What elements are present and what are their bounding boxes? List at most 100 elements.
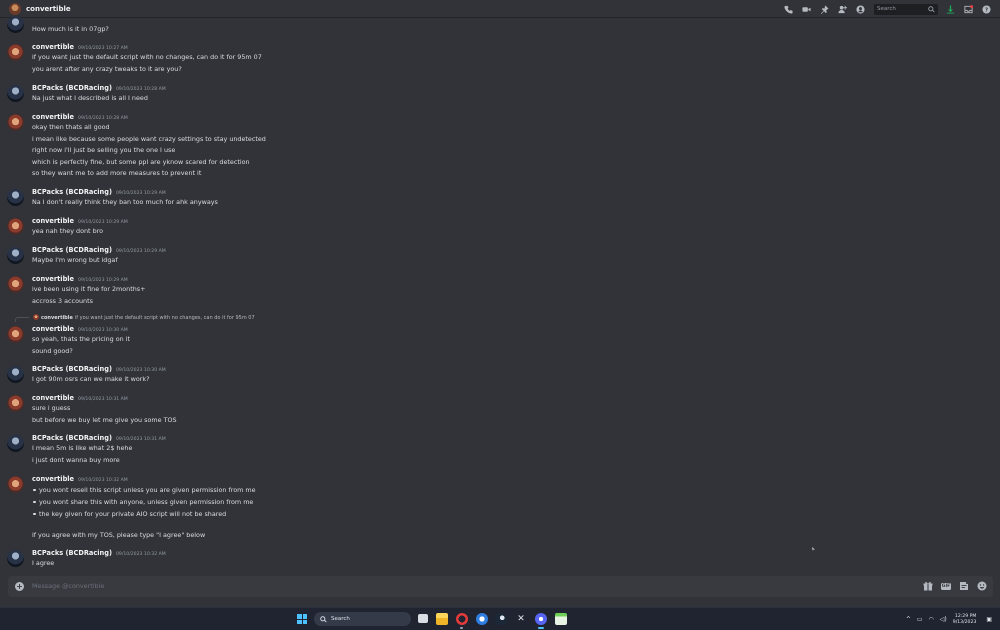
avatar[interactable] (7, 114, 24, 131)
avatar[interactable] (7, 550, 24, 567)
x-app-icon[interactable]: ✕ (515, 613, 527, 625)
composer-toolbar: GIF (915, 581, 987, 591)
reply-connector (15, 317, 29, 322)
wifi-icon[interactable]: ◠ (929, 616, 934, 623)
taskbar-clock[interactable]: 12:29 PM 9/13/2023 (953, 614, 977, 626)
author-name[interactable]: BCPacks (BCDRacing) (32, 365, 112, 373)
message-author[interactable]: convertible 09/10/2023 10:29 AM (32, 217, 128, 225)
message-author[interactable]: convertible 09/10/2023 10:32 AM (32, 475, 128, 483)
message-author[interactable]: BCPacks (BCDRacing) 09/10/2023 10:31 AM (32, 434, 166, 442)
message-line: but before we buy let me give you some T… (32, 416, 177, 424)
opera-gx-icon[interactable] (456, 613, 468, 625)
avatar[interactable] (7, 44, 24, 61)
author-name[interactable]: convertible (32, 43, 74, 51)
message-line: so they want me to add more measures to … (32, 169, 202, 177)
message-author[interactable]: BCPacks (BCDRacing) 09/10/2023 10:29 AM (32, 188, 166, 196)
network-icon[interactable]: ▭ (917, 616, 923, 623)
message-timestamp: 09/10/2023 10:30 AM (78, 328, 128, 333)
avatar[interactable] (7, 247, 24, 264)
author-name[interactable]: BCPacks (BCDRacing) (32, 246, 112, 254)
message-timestamp: 09/10/2023 10:31 AM (78, 397, 128, 402)
message-author[interactable]: convertible 09/10/2023 10:27 AM (32, 43, 128, 51)
message-line: Maybe I'm wrong but idgaf (32, 256, 118, 264)
message-author[interactable]: convertible 09/10/2023 10:30 AM (32, 325, 128, 333)
author-name[interactable]: BCPacks (BCDRacing) (32, 84, 112, 92)
message-timestamp: 09/10/2023 10:32 AM (78, 478, 128, 483)
browser-icon[interactable] (476, 613, 488, 625)
channel-title[interactable]: convertible (26, 5, 71, 13)
message-line: sound good? (32, 347, 73, 355)
message-line: I mean 5m is like what 2$ hehe (32, 444, 133, 452)
message-line: ive been using it fine for 2months+ (32, 285, 146, 293)
message-timestamp: 09/10/2023 10:28 AM (78, 116, 128, 121)
windows-taskbar: Search ✕ ^ ▭ ◠ ◁) 12:29 PM 9/13/2023 ▣ (0, 607, 1000, 630)
sticker-icon[interactable] (959, 581, 969, 591)
author-name[interactable]: convertible (32, 394, 74, 402)
message-author[interactable]: BCPacks (BCDRacing) 09/10/2023 10:32 AM (32, 549, 166, 557)
author-name[interactable]: BCPacks (BCDRacing) (32, 549, 112, 557)
list-item: the key given for your private AIO scrip… (32, 510, 227, 518)
message-line: so yeah, thats the pricing on it (32, 335, 131, 343)
search-icon (928, 5, 935, 12)
author-name[interactable]: BCPacks (BCDRacing) (32, 188, 112, 196)
notification-bell-icon[interactable]: ▣ (986, 616, 992, 623)
message-author[interactable]: BCPacks (BCDRacing) 09/10/2023 10:30 AM (32, 365, 166, 373)
list-item: you wont resell this script unless you a… (33, 486, 256, 494)
add-icon[interactable]: + (15, 582, 24, 591)
discord-icon[interactable] (535, 613, 547, 625)
avatar[interactable] (7, 85, 24, 102)
task-view-icon[interactable] (418, 614, 428, 623)
avatar[interactable] (7, 366, 24, 383)
message-line: right now i'll just be selling you the o… (32, 146, 176, 154)
reply-text: if you want just the default script with… (74, 315, 255, 321)
message-composer[interactable]: + Message @convertible GIF (8, 576, 993, 597)
search-icon (320, 615, 327, 622)
author-name[interactable]: convertible (32, 275, 74, 283)
reply-preview[interactable]: convertible if you want just the default … (33, 314, 255, 321)
avatar[interactable] (7, 435, 24, 452)
message-line: okay then thats all good (32, 123, 110, 131)
message-author[interactable]: BCPacks (BCDRacing) 09/10/2023 10:29 AM (32, 246, 166, 254)
message-author[interactable]: BCPacks (BCDRacing) 09/10/2023 10:28 AM (32, 84, 166, 92)
message-line: i mean like because some people want cra… (32, 135, 266, 143)
message-author[interactable]: convertible 09/10/2023 10:28 AM (32, 113, 128, 121)
message-author[interactable]: convertible 09/10/2023 10:31 AM (32, 394, 128, 402)
reply-author[interactable]: convertible (41, 315, 73, 321)
gift-icon[interactable] (923, 581, 933, 591)
message-timestamp: 09/10/2023 10:27 AM (78, 46, 128, 51)
emoji-icon[interactable] (977, 581, 987, 591)
avatar[interactable] (7, 189, 24, 206)
file-explorer-icon[interactable] (436, 613, 448, 625)
avatar[interactable] (7, 326, 24, 343)
gif-button[interactable]: GIF (940, 581, 952, 591)
notepad-icon[interactable] (555, 613, 567, 625)
author-name[interactable]: convertible (32, 217, 74, 225)
message-line: if you agree with my TOS, please type "I… (32, 531, 206, 539)
avatar[interactable] (7, 276, 24, 293)
message-input[interactable]: Message @convertible (32, 582, 104, 590)
message-line: which is perfectly fine, but some ppl ar… (32, 158, 250, 166)
avatar[interactable] (7, 476, 24, 493)
start-button[interactable] (297, 614, 307, 624)
volume-icon[interactable]: ◁) (940, 616, 947, 623)
message-author[interactable]: convertible 09/10/2023 10:29 AM (32, 275, 128, 283)
message-line: yea nah they dont bro (32, 227, 104, 235)
message-line: you arent after any crazy tweaks to it a… (32, 65, 182, 73)
message-line: I agree (32, 559, 55, 567)
avatar[interactable] (7, 218, 24, 235)
author-name[interactable]: BCPacks (BCDRacing) (32, 434, 112, 442)
avatar[interactable] (7, 395, 24, 412)
message-line: i just dont wanna buy more (32, 456, 120, 464)
chevron-up-icon[interactable]: ^ (906, 616, 911, 623)
message-timestamp: 09/10/2023 10:31 AM (115, 437, 166, 442)
taskbar-search[interactable]: Search (314, 612, 411, 626)
author-name[interactable]: convertible (32, 113, 74, 121)
steam-icon[interactable] (495, 613, 507, 625)
message-line: sure i guess (32, 404, 71, 412)
reply-avatar (33, 314, 39, 320)
author-name[interactable]: convertible (32, 475, 74, 483)
avatar[interactable] (7, 16, 24, 33)
message-line: Na just what I described is all I need (32, 94, 148, 102)
clock-date: 9/13/2023 (952, 619, 977, 625)
author-name[interactable]: convertible (32, 325, 74, 333)
